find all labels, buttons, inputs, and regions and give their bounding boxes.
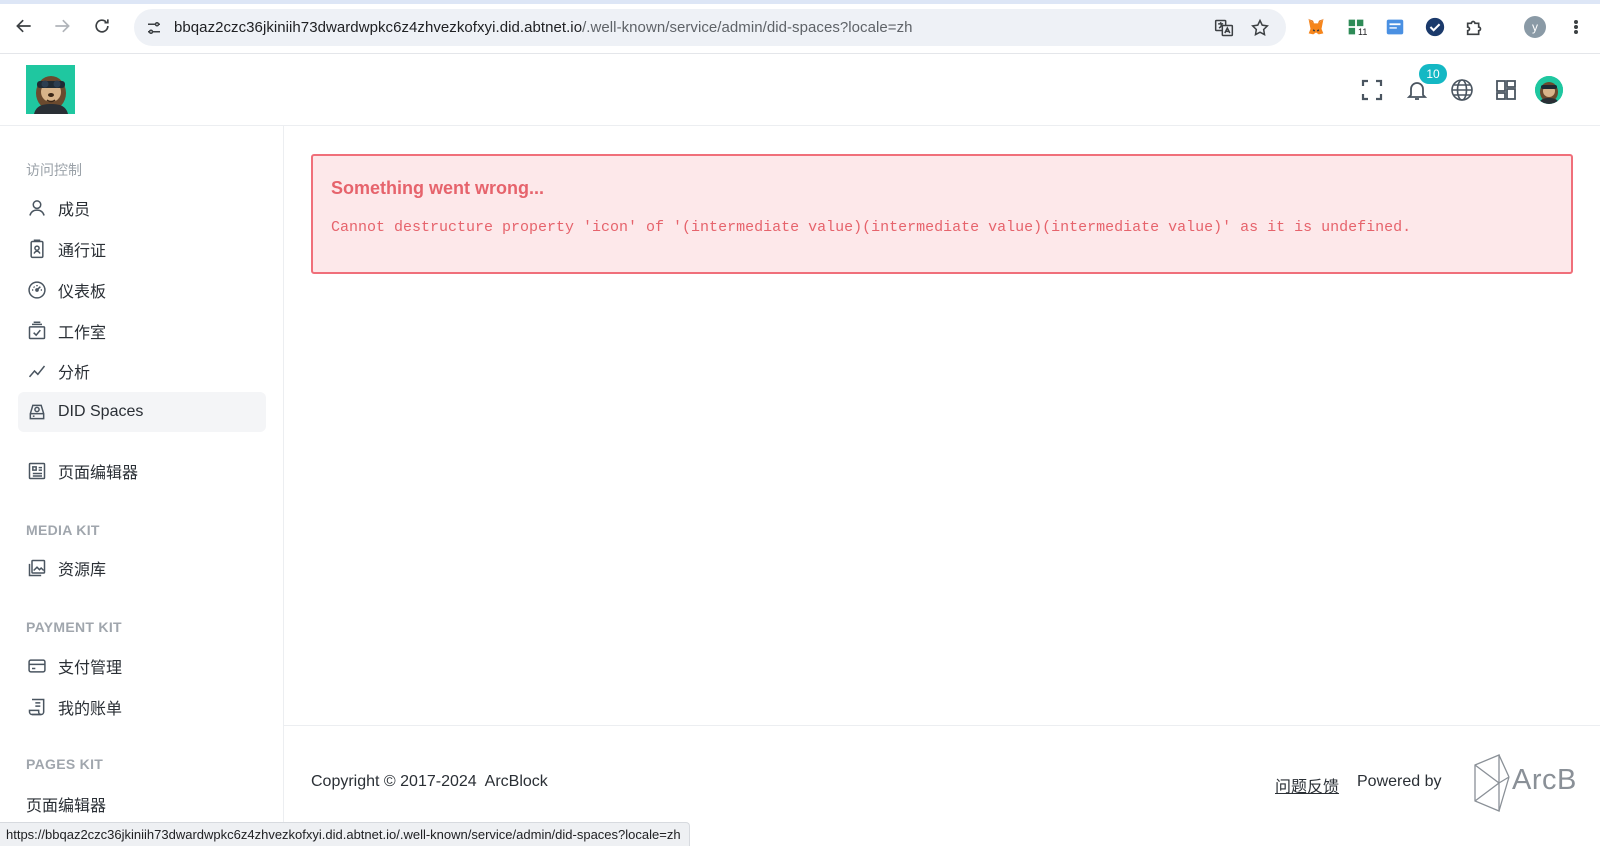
page-editor-icon (26, 460, 48, 482)
url-host: bbqaz2czc36jkiniih73dwardwpkc6z4zhvezkof… (174, 19, 583, 36)
notification-badge: 10 (1419, 64, 1447, 84)
image-library-icon (26, 557, 48, 579)
sidebar-item-dashboard[interactable]: 仪表板 (18, 270, 266, 310)
forward-button[interactable] (50, 14, 74, 38)
error-message: Cannot destructure property 'icon' of '(… (331, 219, 1412, 236)
arcblock-wordmark: ArcB (1512, 764, 1577, 796)
app-logo[interactable] (26, 65, 75, 114)
url-path: /.well-known/service/admin/did-spaces?lo… (582, 19, 913, 36)
apps-grid-icon[interactable] (1492, 76, 1520, 104)
copyright-text: Copyright © 2017-2024 ArcBlock (311, 773, 548, 790)
sidebar-item-page-editor[interactable]: 页面编辑器 (18, 451, 266, 491)
credit-card-icon (26, 655, 48, 677)
user-avatar[interactable] (1535, 76, 1563, 104)
section-title-payment-kit: PAYMENT KIT (26, 619, 122, 635)
powered-by-text: Powered by (1357, 773, 1442, 790)
site-info-icon[interactable] (142, 16, 166, 40)
did-spaces-icon (26, 401, 48, 423)
dashboard-icon (26, 279, 48, 301)
bookmark-star-icon[interactable] (1248, 16, 1272, 40)
sidebar-item-label: 页面编辑器 (58, 465, 139, 482)
error-alert: Something went wrong... Cannot destructu… (311, 154, 1573, 274)
sidebar-item-label: 成员 (58, 202, 91, 219)
sidebar: 访问控制 成员 通行证 仪表板 工作室 分析 DID Spaces 页面编辑器 … (0, 126, 284, 846)
sidebar-item-label: 仪表板 (58, 284, 107, 301)
arrow-right-icon (55, 19, 70, 33)
url-text[interactable]: bbqaz2czc36jkiniih73dwardwpkc6z4zhvezkof… (174, 19, 913, 36)
sidebar-item-label: 支付管理 (58, 660, 123, 677)
sidebar-item-label: DID Spaces (58, 403, 144, 420)
sidebar-item-asset-library[interactable]: 资源库 (18, 548, 266, 588)
arrow-left-icon (16, 19, 31, 33)
user-icon (26, 197, 48, 219)
error-title: Something went wrong... (331, 178, 544, 198)
sidebar-item-label: 工作室 (58, 325, 107, 342)
sidebar-item-label: 资源库 (58, 562, 107, 579)
tab-manager-extension-icon[interactable]: 11 (1344, 15, 1369, 39)
sloth-mascot-icon (26, 65, 75, 114)
sidebar-item-passport[interactable]: 通行证 (18, 229, 266, 269)
fullscreen-icon[interactable] (1358, 76, 1386, 104)
reload-icon (95, 19, 109, 33)
section-title-pages-kit: PAGES KIT (26, 756, 104, 772)
app-header: 10 (0, 54, 1600, 126)
sidebar-item-members[interactable]: 成员 (18, 188, 266, 228)
browser-status-bar: https://bbqaz2czc36jkiniih73dwardwpkc6z4… (0, 822, 690, 846)
analytics-icon (26, 360, 48, 382)
address-bar[interactable]: bbqaz2czc36jkiniih73dwardwpkc6z4zhvezkof… (134, 9, 1286, 46)
browser-menu-icon[interactable] (1566, 16, 1586, 38)
receipt-icon (26, 696, 48, 718)
screen-capture-extension-icon[interactable] (1383, 15, 1407, 39)
checkmark-extension-icon[interactable] (1423, 15, 1447, 39)
feedback-link[interactable]: 问题反馈 (1275, 773, 1339, 797)
translate-icon[interactable] (1212, 16, 1236, 40)
studio-icon (26, 320, 48, 342)
profile-avatar[interactable]: y (1524, 16, 1546, 38)
passport-icon (26, 238, 48, 260)
metamask-extension-icon[interactable] (1304, 15, 1328, 39)
extension-badge: 11 (1357, 27, 1369, 37)
sidebar-item-studio[interactable]: 工作室 (18, 311, 266, 351)
sidebar-item-analytics[interactable]: 分析 (18, 351, 266, 391)
section-title-access-control: 访问控制 (26, 162, 82, 178)
sidebar-item-label: 我的账单 (58, 701, 123, 718)
section-title-media-kit: MEDIA KIT (26, 522, 100, 538)
browser-toolbar: bbqaz2czc36jkiniih73dwardwpkc6z4zhvezkof… (0, 0, 1600, 54)
sloth-avatar-icon (1535, 76, 1563, 104)
sidebar-item-my-bills[interactable]: 我的账单 (18, 687, 266, 727)
sidebar-item-label: 分析 (58, 365, 91, 382)
sidebar-item-label: 通行证 (58, 243, 107, 260)
sidebar-item-payment-management[interactable]: 支付管理 (18, 646, 266, 686)
globe-language-icon[interactable] (1448, 76, 1476, 104)
extensions-puzzle-icon[interactable] (1463, 15, 1487, 39)
reload-button[interactable] (90, 14, 114, 38)
sidebar-item-pages-kit-editor[interactable]: 页面编辑器 (26, 792, 106, 816)
back-button[interactable] (12, 14, 36, 38)
sidebar-item-did-spaces[interactable]: DID Spaces (18, 392, 266, 432)
